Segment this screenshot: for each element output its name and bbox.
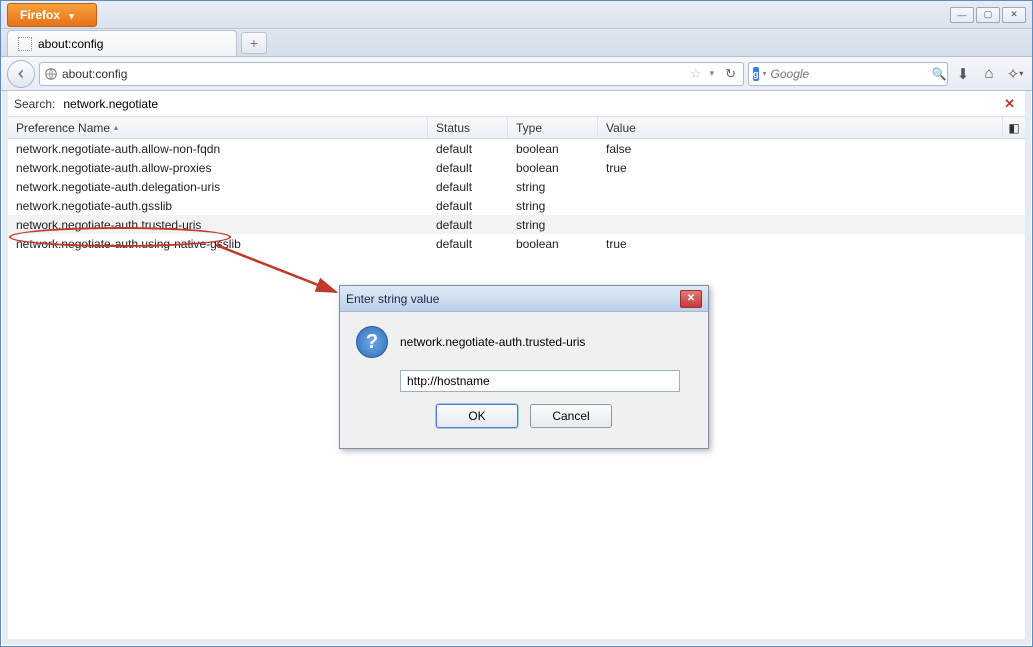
cell-value: [598, 177, 1025, 196]
dialog-pref-name: network.negotiate-auth.trusted-uris: [400, 335, 585, 349]
dialog-titlebar[interactable]: Enter string value ✕: [340, 286, 708, 312]
dialog-body: ? network.negotiate-auth.trusted-uris OK…: [340, 312, 708, 448]
column-header-value[interactable]: Value: [598, 117, 1003, 138]
page-icon: [18, 37, 32, 51]
cell-pref-name: network.negotiate-auth.trusted-uris: [8, 215, 428, 234]
cell-status: default: [428, 215, 508, 234]
column-picker-icon[interactable]: ◧: [1003, 117, 1025, 138]
bookmark-star-icon[interactable]: ☆: [690, 66, 702, 82]
config-search-label: Search:: [14, 97, 55, 111]
cell-status: default: [428, 196, 508, 215]
cell-pref-name: network.negotiate-auth.allow-proxies: [8, 158, 428, 177]
minimize-button[interactable]: —: [950, 7, 974, 23]
tab-title: about:config: [38, 37, 103, 51]
back-button[interactable]: [7, 60, 35, 88]
ok-button[interactable]: OK: [436, 404, 518, 428]
column-header-type[interactable]: Type: [508, 117, 598, 138]
clear-search-icon[interactable]: ✕: [1000, 96, 1019, 112]
firefox-menu-label: Firefox: [20, 8, 60, 22]
cell-type: boolean: [508, 234, 598, 253]
cell-type: string: [508, 177, 598, 196]
cell-status: default: [428, 234, 508, 253]
downloads-icon[interactable]: ⬇: [952, 63, 974, 85]
cell-type: boolean: [508, 139, 598, 158]
config-search-input[interactable]: [61, 95, 1000, 113]
close-window-button[interactable]: ✕: [1002, 7, 1026, 23]
browser-window: Firefox — ▢ ✕ about:config + about:confi…: [0, 0, 1033, 647]
cell-value: true: [598, 158, 1025, 177]
cell-pref-name: network.negotiate-auth.delegation-uris: [8, 177, 428, 196]
dialog-string-input[interactable]: [400, 370, 680, 392]
config-table-header: Preference Name▴ Status Type Value ◧: [8, 117, 1025, 139]
cell-value: [598, 215, 1025, 234]
config-search-bar: Search: ✕: [8, 91, 1025, 117]
reload-icon[interactable]: ↻: [722, 66, 739, 82]
enter-string-dialog: Enter string value ✕ ? network.negotiate…: [339, 285, 709, 449]
cell-status: default: [428, 158, 508, 177]
search-engine-icon[interactable]: g: [753, 67, 759, 81]
cell-value: true: [598, 234, 1025, 253]
sort-ascending-icon: ▴: [114, 123, 118, 132]
table-row[interactable]: network.negotiate-auth.allow-non-fqdndef…: [8, 139, 1025, 158]
cell-status: default: [428, 139, 508, 158]
cell-status: default: [428, 177, 508, 196]
cell-type: boolean: [508, 158, 598, 177]
url-text: about:config: [62, 67, 686, 81]
column-header-name[interactable]: Preference Name▴: [8, 117, 428, 138]
search-input[interactable]: [771, 67, 928, 81]
maximize-button[interactable]: ▢: [976, 7, 1000, 23]
tab-strip: about:config +: [1, 29, 1032, 57]
cell-value: false: [598, 139, 1025, 158]
cell-pref-name: network.negotiate-auth.allow-non-fqdn: [8, 139, 428, 158]
table-row[interactable]: network.negotiate-auth.using-native-gssl…: [8, 234, 1025, 253]
search-go-icon[interactable]: 🔍: [932, 67, 947, 81]
table-row[interactable]: network.negotiate-auth.allow-proxiesdefa…: [8, 158, 1025, 177]
window-controls: — ▢ ✕: [950, 7, 1026, 23]
home-icon[interactable]: ⌂: [978, 63, 1000, 85]
table-row[interactable]: network.negotiate-auth.trusted-urisdefau…: [8, 215, 1025, 234]
config-table-body: network.negotiate-auth.allow-non-fqdndef…: [8, 139, 1025, 253]
cell-type: string: [508, 215, 598, 234]
cell-value: [598, 196, 1025, 215]
url-bar[interactable]: about:config ☆ ▾ ↻: [39, 62, 744, 86]
url-dropdown-icon[interactable]: ▾: [706, 68, 719, 79]
bookmarks-menu-icon[interactable]: ✧▾: [1004, 63, 1026, 85]
table-row[interactable]: network.negotiate-auth.delegation-urisde…: [8, 177, 1025, 196]
cell-pref-name: network.negotiate-auth.using-native-gssl…: [8, 234, 428, 253]
cell-pref-name: network.negotiate-auth.gsslib: [8, 196, 428, 215]
globe-icon: [44, 67, 58, 81]
nav-toolbar: about:config ☆ ▾ ↻ g ▾ 🔍 ⬇ ⌂ ✧▾: [1, 57, 1032, 91]
dialog-close-button[interactable]: ✕: [680, 290, 702, 308]
search-box[interactable]: g ▾ 🔍: [748, 62, 948, 86]
tab-about-config[interactable]: about:config: [7, 30, 237, 56]
back-arrow-icon: [14, 67, 28, 81]
firefox-menu-button[interactable]: Firefox: [7, 3, 97, 27]
search-engine-dropdown-icon[interactable]: ▾: [763, 69, 767, 78]
column-header-status[interactable]: Status: [428, 117, 508, 138]
cell-type: string: [508, 196, 598, 215]
titlebar: Firefox — ▢ ✕: [1, 1, 1032, 29]
dialog-title-text: Enter string value: [346, 292, 439, 306]
cancel-button[interactable]: Cancel: [530, 404, 612, 428]
question-icon: ?: [356, 326, 388, 358]
new-tab-button[interactable]: +: [241, 32, 267, 54]
table-row[interactable]: network.negotiate-auth.gsslibdefaultstri…: [8, 196, 1025, 215]
